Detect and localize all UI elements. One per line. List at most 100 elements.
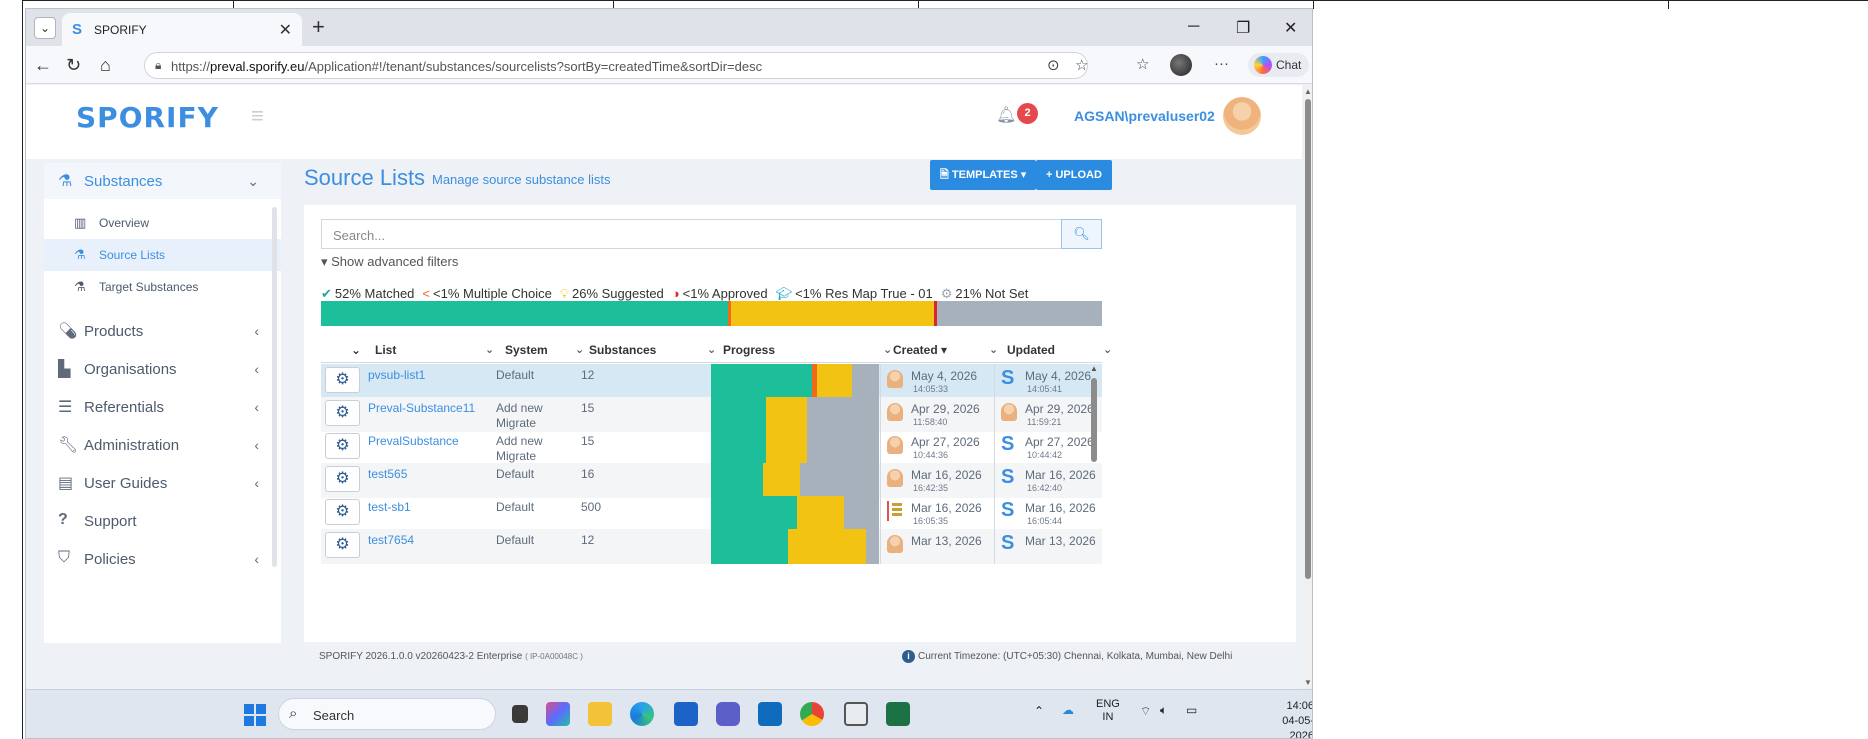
row-settings-gear-icon[interactable]: ⚙ (325, 532, 360, 558)
outlook-icon[interactable] (758, 702, 782, 726)
table-scrollbar[interactable]: ▲ (1089, 364, 1099, 554)
list-name-link[interactable]: test565 (368, 467, 407, 482)
sidebar-subitem-overview[interactable]: ▥ Overview (44, 207, 281, 239)
tray-chevron-icon[interactable]: ⌃ (1034, 704, 1044, 718)
legend-item[interactable]: ✔ 52% Matched (321, 286, 414, 301)
sidebar-item-substances[interactable]: ⚗ Substances ⌄ (44, 163, 281, 199)
wifi-icon[interactable]: ⌔ (1140, 704, 1151, 719)
excel-icon[interactable] (886, 702, 910, 726)
legend-item[interactable]: 🎓︎ <1% Res Map True - 01 (776, 286, 933, 301)
new-tab-icon[interactable]: + (312, 14, 325, 40)
url-text: https://preval.sporify.eu/Application#!/… (171, 59, 763, 74)
taskbar-search[interactable]: ⌕ Search (278, 698, 496, 730)
sidebar-item-organisations[interactable]: ▙ Organisations ‹ (44, 351, 281, 387)
progress-bar (711, 397, 879, 432)
scrollbar-thumb[interactable] (1305, 99, 1311, 579)
more-icon[interactable]: ··· (1214, 55, 1229, 72)
pills-icon: 💊︎ (58, 323, 79, 340)
sporify-logo[interactable]: SPORIFY (76, 101, 219, 134)
back-icon[interactable]: ← (34, 55, 52, 76)
user-avatar[interactable] (1223, 97, 1261, 135)
list-name-link[interactable]: PrevalSubstance (368, 434, 459, 449)
sidebar-item-support[interactable]: ? Support (44, 503, 281, 539)
profile-avatar[interactable] (1170, 54, 1192, 76)
list-name-link[interactable]: test7654 (368, 533, 414, 548)
browser-tab[interactable]: S SPORIFY ✕ (62, 13, 302, 46)
close-tab-icon[interactable]: ✕ (279, 20, 292, 40)
photos-app-icon[interactable] (546, 702, 570, 726)
windows-start-icon[interactable] (244, 704, 266, 726)
language-indicator[interactable]: ENG IN (1096, 698, 1120, 724)
legend-item[interactable]: < <1% Multiple Choice (422, 286, 551, 301)
list-name-link[interactable]: Preval-Substance11 (368, 401, 475, 416)
app-window-icon[interactable] (844, 702, 868, 726)
substances-count: 12 (581, 368, 595, 382)
column-header-progress[interactable]: Progress ⌄ (723, 343, 892, 357)
restore-icon[interactable]: ❐ (1236, 18, 1250, 38)
favorites-icon[interactable]: ☆ (1136, 55, 1149, 73)
sidebar-subitem-target-substances[interactable]: ⚗ Target Substances (44, 271, 281, 303)
sidebar-item-user-guides[interactable]: ▤ User Guides ‹ (44, 465, 281, 501)
search-icon[interactable]: 🔍︎ (1061, 219, 1102, 249)
legend-item[interactable]: ◑ <1% Approved (672, 286, 768, 301)
notification-badge[interactable]: 2 (1017, 103, 1038, 124)
row-settings-gear-icon[interactable]: ⚙ (325, 367, 360, 393)
store-icon[interactable] (674, 702, 698, 726)
scroll-down-icon[interactable]: ▼ (1304, 678, 1312, 687)
row-settings-gear-icon[interactable]: ⚙ (325, 433, 360, 459)
table-row[interactable]: ⚙ PrevalSubstance Add new Migrate 15 Apr 27, … (321, 430, 1102, 465)
teams-icon[interactable] (716, 702, 740, 726)
sidebar-scrollbar[interactable] (272, 207, 277, 567)
hamburger-menu-icon[interactable]: ≡ (251, 103, 264, 129)
advanced-filters-toggle[interactable]: ▾ Show advanced filters (321, 254, 458, 270)
tab-list-chevron-icon[interactable]: ⌄ (34, 17, 56, 39)
list-name-link[interactable]: test-sb1 (368, 500, 411, 515)
sidebar-item-administration[interactable]: 🔧︎ Administration ‹ (44, 427, 281, 463)
copilot-chat-button[interactable]: Chat (1248, 53, 1310, 77)
sidebar-subitem-source-lists[interactable]: ⚗ Source Lists (44, 239, 281, 271)
user-name[interactable]: AGSAN\prevaluser02 (1074, 108, 1215, 124)
table-row[interactable]: ⚙ test7654 Default 12 Mar 13, 2026 S Mar 13, 2… (321, 529, 1102, 564)
sidebar-item-policies[interactable]: ⛉ Policies ‹ (44, 541, 281, 577)
chrome-icon[interactable] (800, 702, 824, 726)
legend-item[interactable]: ⚙ 21% Not Set (941, 286, 1029, 301)
edge-browser-icon[interactable] (630, 702, 654, 726)
row-settings-gear-icon[interactable]: ⚙ (325, 499, 360, 525)
home-icon[interactable]: ⌂ (100, 55, 111, 76)
sidebar-item-products[interactable]: 💊︎ Products ‹ (44, 313, 281, 349)
volume-icon[interactable]: 🔈︎ (1160, 703, 1167, 718)
taskbar-clock[interactable]: 14:06 04-05-2026 (1260, 699, 1312, 738)
sidebar-item-referentials[interactable]: ☰ Referentials ‹ (44, 389, 281, 425)
reload-icon[interactable]: ↻ (66, 55, 81, 76)
table-row[interactable]: ⚙ test-sb1 Default 500 Mar 16, 2026 16:05:35 S… (321, 496, 1102, 531)
battery-icon[interactable]: ▭ (1186, 703, 1197, 717)
scroll-up-icon[interactable]: ▲ (1304, 87, 1312, 96)
task-view-icon[interactable] (512, 705, 528, 723)
column-header-system[interactable]: System ⌄ (505, 343, 584, 357)
templates-button[interactable]: 🗎 TEMPLATES ▾ (930, 160, 1037, 190)
url-field[interactable]: 🔒︎ https://preval.sporify.eu/Application… (144, 52, 1088, 79)
row-settings-gear-icon[interactable]: ⚙ (325, 466, 360, 492)
favorite-star-icon[interactable]: ☆ (1075, 56, 1088, 74)
grad-cap-icon: 🎓︎ (775, 286, 793, 301)
file-explorer-icon[interactable] (588, 702, 612, 726)
column-header-substances[interactable]: Substances ⌄ (589, 343, 716, 357)
read-mode-icon[interactable]: ⊙ (1047, 56, 1060, 74)
onedrive-icon[interactable]: ☁ (1062, 703, 1074, 717)
legend-item[interactable]: 💡︎ 26% Suggested (560, 286, 664, 301)
column-header-list[interactable]: List ⌄ (375, 343, 494, 357)
row-settings-gear-icon[interactable]: ⚙ (325, 400, 360, 426)
close-window-icon[interactable]: ✕ (1284, 18, 1297, 38)
table-row[interactable]: ⚙ test565 Default 16 Mar 16, 2026 16:42:35 S Ma… (321, 463, 1102, 498)
list-name-link[interactable]: pvsub-list1 (368, 368, 425, 383)
search-input[interactable]: Search... (321, 219, 1061, 249)
column-header-updated[interactable]: Updated ⌄ (1007, 343, 1112, 357)
notification-bell-icon[interactable]: 🔔︎ (996, 105, 1016, 125)
minimize-icon[interactable]: ─ (1188, 18, 1199, 36)
page-scrollbar[interactable]: ▲ ▼ (1302, 85, 1312, 689)
upload-button[interactable]: + UPLOAD (1036, 160, 1112, 190)
column-header-created[interactable]: Created ▾ ⌄ (893, 343, 998, 357)
table-row[interactable]: ⚙ Preval-Substance11 Add new Migrate 15 Apr 2… (321, 397, 1102, 432)
column-expand[interactable]: ⌄ (351, 343, 361, 357)
table-row[interactable]: ⚙ pvsub-list1 Default 12 May 4, 2026 14:05:33… (321, 364, 1102, 399)
